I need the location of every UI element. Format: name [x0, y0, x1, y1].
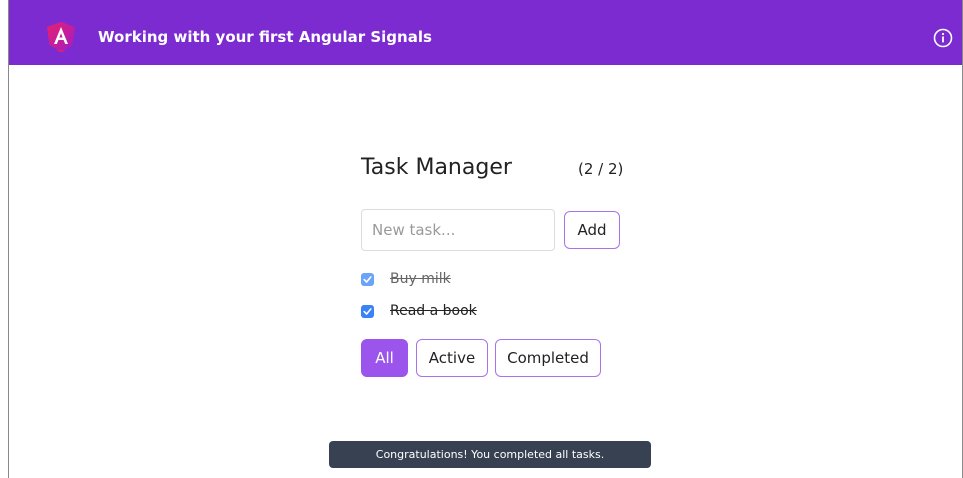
task-item[interactable]: Read a book: [361, 302, 477, 320]
angular-logo-icon: [47, 22, 75, 52]
filter-completed-button[interactable]: Completed: [495, 339, 601, 377]
filter-active-button[interactable]: Active: [416, 339, 488, 377]
checkmark-icon: [363, 275, 372, 283]
info-icon[interactable]: [933, 28, 953, 48]
task-checkbox[interactable]: [361, 304, 374, 318]
top-toolbar: Working with your first Angular Signals: [9, 0, 962, 65]
toast-notification: Congratulations! You completed all tasks…: [329, 441, 651, 468]
page-title: Task Manager: [361, 155, 512, 180]
task-item[interactable]: Buy milk: [361, 270, 451, 288]
task-label: Buy milk: [390, 271, 451, 287]
app-title: Working with your first Angular Signals: [98, 28, 432, 46]
filter-all-button[interactable]: All: [361, 339, 408, 377]
task-counter: (2 / 2): [578, 160, 624, 178]
task-checkbox[interactable]: [361, 272, 374, 286]
app-window: Working with your first Angular Signals …: [8, 0, 963, 478]
task-label: Read a book: [390, 303, 477, 319]
checkmark-icon: [363, 307, 372, 315]
new-task-input[interactable]: [361, 209, 555, 251]
add-task-button[interactable]: Add: [564, 211, 620, 249]
